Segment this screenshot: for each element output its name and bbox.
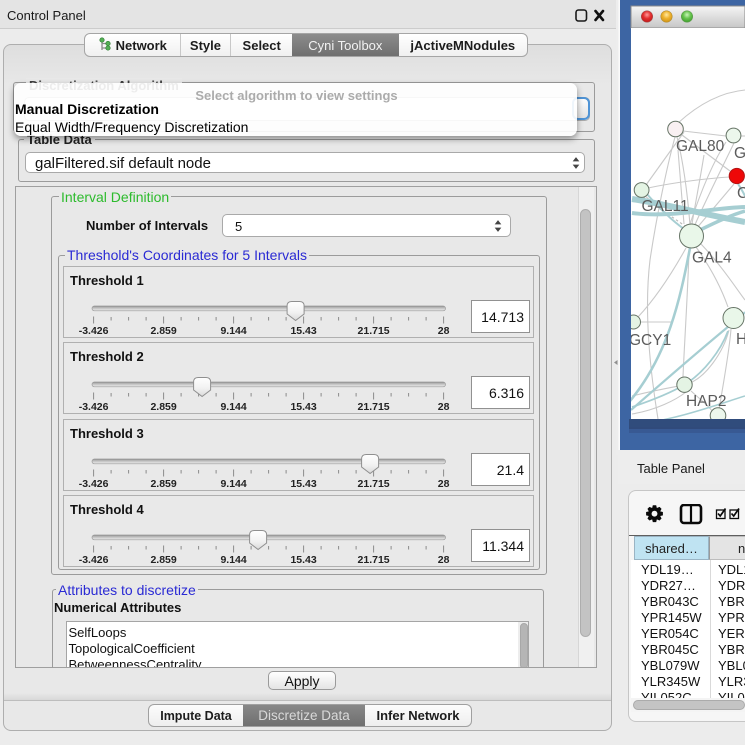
svg-text:9.144: 9.144 [220, 554, 246, 566]
svg-text:GAL11: GAL11 [642, 198, 689, 215]
svg-text:2.859: 2.859 [150, 478, 176, 490]
svg-text:2.859: 2.859 [150, 554, 176, 566]
svg-text:21.715: 21.715 [358, 554, 390, 566]
svg-text:15.43: 15.43 [290, 478, 316, 490]
svg-text:28: 28 [438, 325, 450, 337]
svg-text:GCY1: GCY1 [629, 332, 671, 349]
svg-text:21.715: 21.715 [358, 401, 390, 413]
svg-text:28: 28 [438, 554, 450, 566]
svg-text:-3.426: -3.426 [79, 478, 109, 490]
svg-text:-3.426: -3.426 [79, 325, 109, 337]
svg-text:9.144: 9.144 [220, 401, 246, 413]
svg-text:C: C [737, 185, 745, 202]
svg-text:21.715: 21.715 [358, 478, 390, 490]
svg-text:GAL80: GAL80 [676, 138, 725, 155]
svg-text:9.144: 9.144 [220, 325, 246, 337]
svg-text:15.43: 15.43 [290, 325, 316, 337]
svg-text:9.144: 9.144 [220, 478, 246, 490]
svg-text:-3.426: -3.426 [79, 401, 109, 413]
svg-text:15.43: 15.43 [290, 554, 316, 566]
svg-text:HAP2: HAP2 [686, 393, 727, 410]
svg-text:2.859: 2.859 [150, 401, 176, 413]
svg-text:G.: G. [734, 145, 745, 162]
svg-text:2.859: 2.859 [150, 325, 176, 337]
svg-text:15.43: 15.43 [290, 401, 316, 413]
svg-text:28: 28 [438, 401, 450, 413]
svg-text:GAL4: GAL4 [692, 250, 732, 267]
svg-text:-3.426: -3.426 [79, 554, 109, 566]
svg-text:28: 28 [438, 478, 450, 490]
svg-text:H: H [736, 331, 745, 348]
svg-text:21.715: 21.715 [358, 325, 390, 337]
